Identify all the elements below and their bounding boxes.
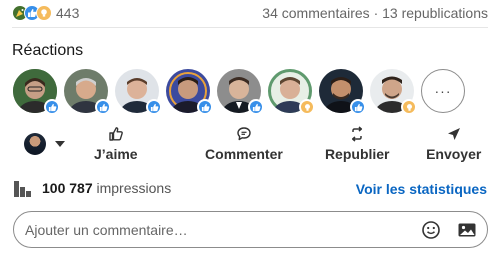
avatar (24, 133, 46, 155)
reaction-summary[interactable]: 443 (12, 5, 79, 21)
image-icon[interactable] (457, 220, 477, 240)
emoji-icon[interactable] (421, 220, 441, 240)
reactor-avatar-3[interactable] (115, 69, 162, 115)
insightful-icon (401, 99, 417, 115)
reactor-avatar-6[interactable] (268, 69, 315, 115)
more-reactions-button[interactable]: ··· (421, 69, 465, 113)
comment-button[interactable]: Commenter (201, 126, 287, 162)
impressions-label: impressions (92, 180, 172, 196)
comment-icon (237, 127, 251, 141)
reactor-avatar-1[interactable] (13, 69, 60, 115)
impressions-text: 100 787 impressions (42, 180, 171, 196)
reactor-avatar-2[interactable] (64, 69, 111, 115)
divider (12, 27, 488, 28)
comment-composer (13, 211, 488, 248)
repost-label: Republier (324, 146, 390, 162)
reactors-list: ··· (13, 69, 465, 115)
engagement-links: 34 commentaires · 13 republications (262, 5, 488, 21)
send-label: Envoyer (426, 146, 482, 162)
impressions-summary: 100 787 impressions (14, 179, 171, 197)
like-icon (95, 99, 111, 115)
reactor-avatar-8[interactable] (370, 69, 417, 115)
social-counts-bar: 443 34 commentaires · 13 republications (12, 0, 488, 26)
reactor-avatar-5[interactable] (217, 69, 264, 115)
thumbs-up-icon (109, 127, 123, 141)
like-icon (146, 99, 162, 115)
repost-icon (352, 126, 363, 142)
chevron-down-icon (55, 141, 65, 147)
comment-input[interactable] (25, 221, 385, 238)
post-actions-bar: J’aime Commenter Republier Envoyer (12, 124, 488, 164)
like-icon (248, 99, 264, 115)
send-button[interactable]: Envoyer (419, 126, 488, 162)
like-icon (197, 99, 213, 115)
reactor-avatar-7[interactable] (319, 69, 366, 115)
like-button[interactable]: J’aime (71, 126, 161, 162)
like-icon (44, 99, 60, 115)
bar-chart-icon (14, 179, 34, 197)
impressions-count: 100 787 (42, 180, 93, 196)
insightful-icon (299, 99, 315, 115)
reposts-count-link[interactable]: 13 republications (382, 5, 488, 21)
reaction-count[interactable]: 443 (56, 5, 79, 21)
separator: · (369, 5, 383, 21)
like-label: J’aime (94, 146, 138, 162)
actor-switcher[interactable] (12, 133, 71, 155)
insightful-icon (36, 5, 52, 21)
view-statistics-link[interactable]: Voir les statistiques (356, 181, 487, 197)
reactor-avatar-4[interactable] (166, 69, 213, 115)
like-icon (350, 99, 366, 115)
comment-label: Commenter (205, 146, 283, 162)
repost-button[interactable]: Republier (320, 126, 394, 162)
reactions-heading: Réactions (12, 42, 84, 59)
send-icon (447, 128, 460, 140)
comments-count-link[interactable]: 34 commentaires (262, 5, 369, 21)
